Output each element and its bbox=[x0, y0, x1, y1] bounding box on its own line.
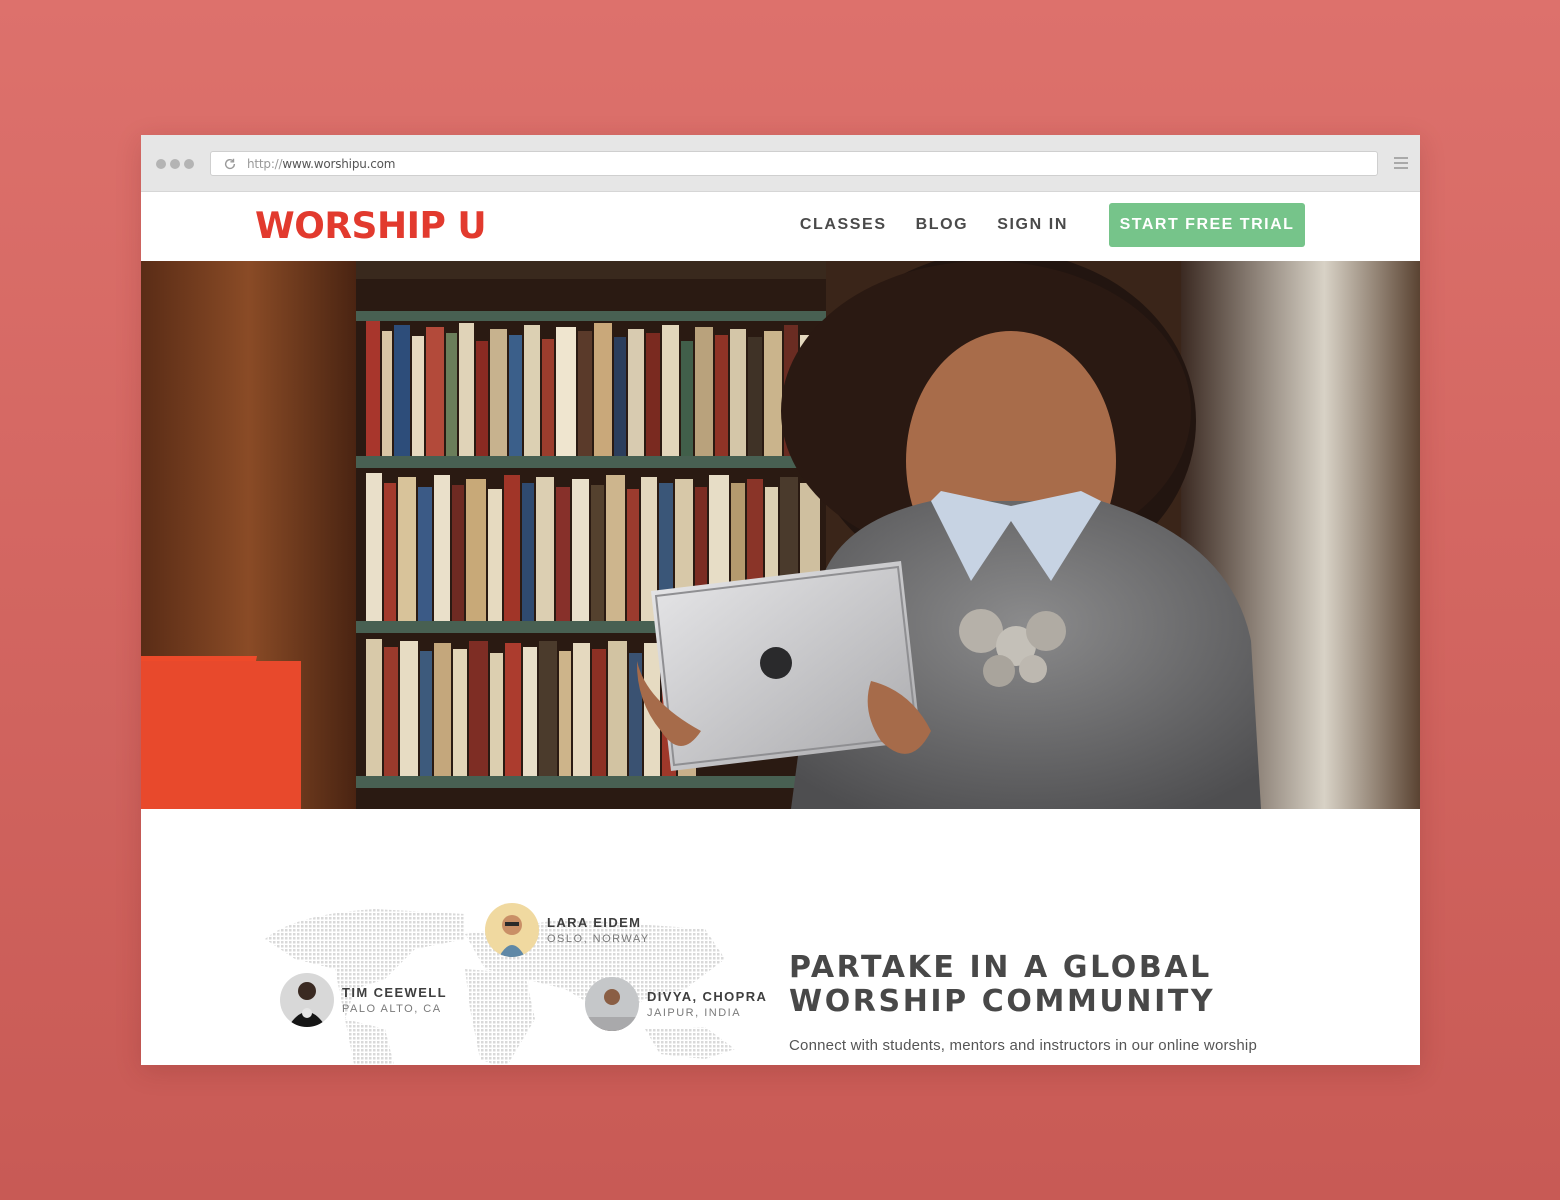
nav-classes-link[interactable]: CLASSES bbox=[800, 216, 887, 234]
avatar bbox=[485, 903, 539, 957]
avatar bbox=[585, 977, 639, 1031]
nav-blog-link[interactable]: BLOG bbox=[916, 216, 969, 234]
community-member-lara[interactable]: LARA EIDEM OSLO, NORWAY bbox=[485, 903, 650, 957]
browser-menu-icon[interactable] bbox=[1394, 157, 1408, 172]
community-member-divya[interactable]: DIVYA, CHOPRA JAIPUR, INDIA bbox=[585, 977, 767, 1031]
site-navbar: WORSHIP U CLASSES BLOG SIGN IN START FRE… bbox=[141, 192, 1420, 261]
community-member-tim[interactable]: TIM CEEWELL PALO ALTO, CA bbox=[280, 973, 447, 1027]
url-host: www.worshipu.com bbox=[282, 156, 396, 171]
window-controls bbox=[156, 159, 194, 169]
start-free-trial-button[interactable]: START FREE TRIAL bbox=[1109, 203, 1305, 247]
hero-image bbox=[141, 261, 1420, 809]
heading-line: WORSHIP COMMUNITY bbox=[789, 984, 1216, 1019]
worship-u-logo[interactable]: WORSHIP U bbox=[255, 206, 487, 248]
community-description: Connect with students, mentors and instr… bbox=[789, 1037, 1257, 1054]
avatar bbox=[280, 973, 334, 1027]
window-dot-icon[interactable] bbox=[156, 159, 166, 169]
url-protocol: http:// bbox=[247, 156, 283, 171]
member-name: TIM CEEWELL bbox=[342, 985, 447, 1000]
window-dot-icon[interactable] bbox=[170, 159, 180, 169]
member-name: DIVYA, CHOPRA bbox=[647, 989, 768, 1004]
nav-sign-in-link[interactable]: SIGN IN bbox=[997, 216, 1068, 234]
heading-line: PARTAKE IN A GLOBAL bbox=[789, 950, 1212, 985]
window-dot-icon[interactable] bbox=[184, 159, 194, 169]
url-text[interactable]: http://www.worshipu.com bbox=[247, 157, 395, 171]
community-section: LARA EIDEM OSLO, NORWAY TIM CEEWELL PALO… bbox=[141, 809, 1420, 1065]
reload-icon[interactable] bbox=[223, 157, 237, 171]
hero-photo-illustration bbox=[141, 261, 1420, 809]
member-location: PALO ALTO, CA bbox=[342, 1003, 442, 1015]
member-name: LARA EIDEM bbox=[547, 915, 642, 930]
browser-chrome: http://www.worshipu.com bbox=[141, 135, 1420, 192]
address-bar[interactable]: http://www.worshipu.com bbox=[210, 151, 1378, 176]
community-heading: PARTAKE IN A GLOBAL WORSHIP COMMUNITY bbox=[789, 951, 1349, 1019]
member-location: JAIPUR, INDIA bbox=[647, 1007, 742, 1019]
browser-window: http://www.worshipu.com WORSHIP U CLASSE… bbox=[141, 135, 1420, 1065]
nav-links: CLASSES BLOG SIGN IN bbox=[800, 216, 1068, 234]
member-location: OSLO, NORWAY bbox=[547, 933, 650, 945]
